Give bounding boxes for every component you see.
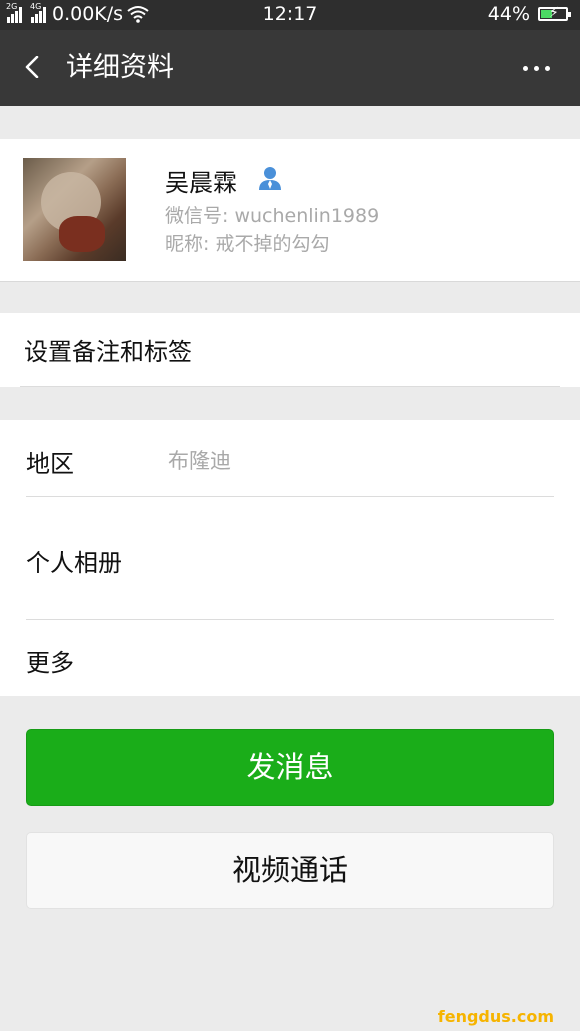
watermark: fengdus.com [437,1007,554,1026]
chevron-left-icon[interactable] [22,56,44,78]
region-label: 地区 [26,450,74,478]
region-row[interactable]: 地区 布隆迪 [0,420,580,496]
contact-person-icon [259,167,281,190]
wechat-id: 微信号: wuchenlin1989 [165,205,380,227]
status-right: 44% ⚡ [487,3,571,25]
divider [20,386,560,387]
nickname: 昵称: 戒不掉的勾勾 [165,233,330,255]
album-row[interactable]: 个人相册 [0,497,580,619]
avatar[interactable] [23,158,126,261]
remark-tags-label: 设置备注和标签 [24,338,192,366]
battery-icon: ⚡ [538,5,571,21]
navigation-bar: 详细资料 [0,30,580,106]
send-message-button[interactable]: 发消息 [26,729,554,806]
charging-icon: ⚡ [549,5,559,21]
more-label: 更多 [26,649,74,677]
status-bar: 2G 4G 0.00K/s 12:17 44% ⚡ [0,0,580,30]
more-dots-icon[interactable] [517,66,550,71]
video-call-button[interactable]: 视频通话 [26,832,554,909]
album-label: 个人相册 [26,549,122,577]
page-title: 详细资料 [66,52,174,83]
battery-percent: 44% [487,3,530,25]
info-section: 地区 布隆迪 个人相册 更多 [0,420,580,696]
region-value: 布隆迪 [168,449,231,473]
more-row[interactable]: 更多 [0,620,580,696]
contact-name: 吴晨霖 [165,169,237,197]
remark-tags-row[interactable]: 设置备注和标签 [0,313,580,387]
